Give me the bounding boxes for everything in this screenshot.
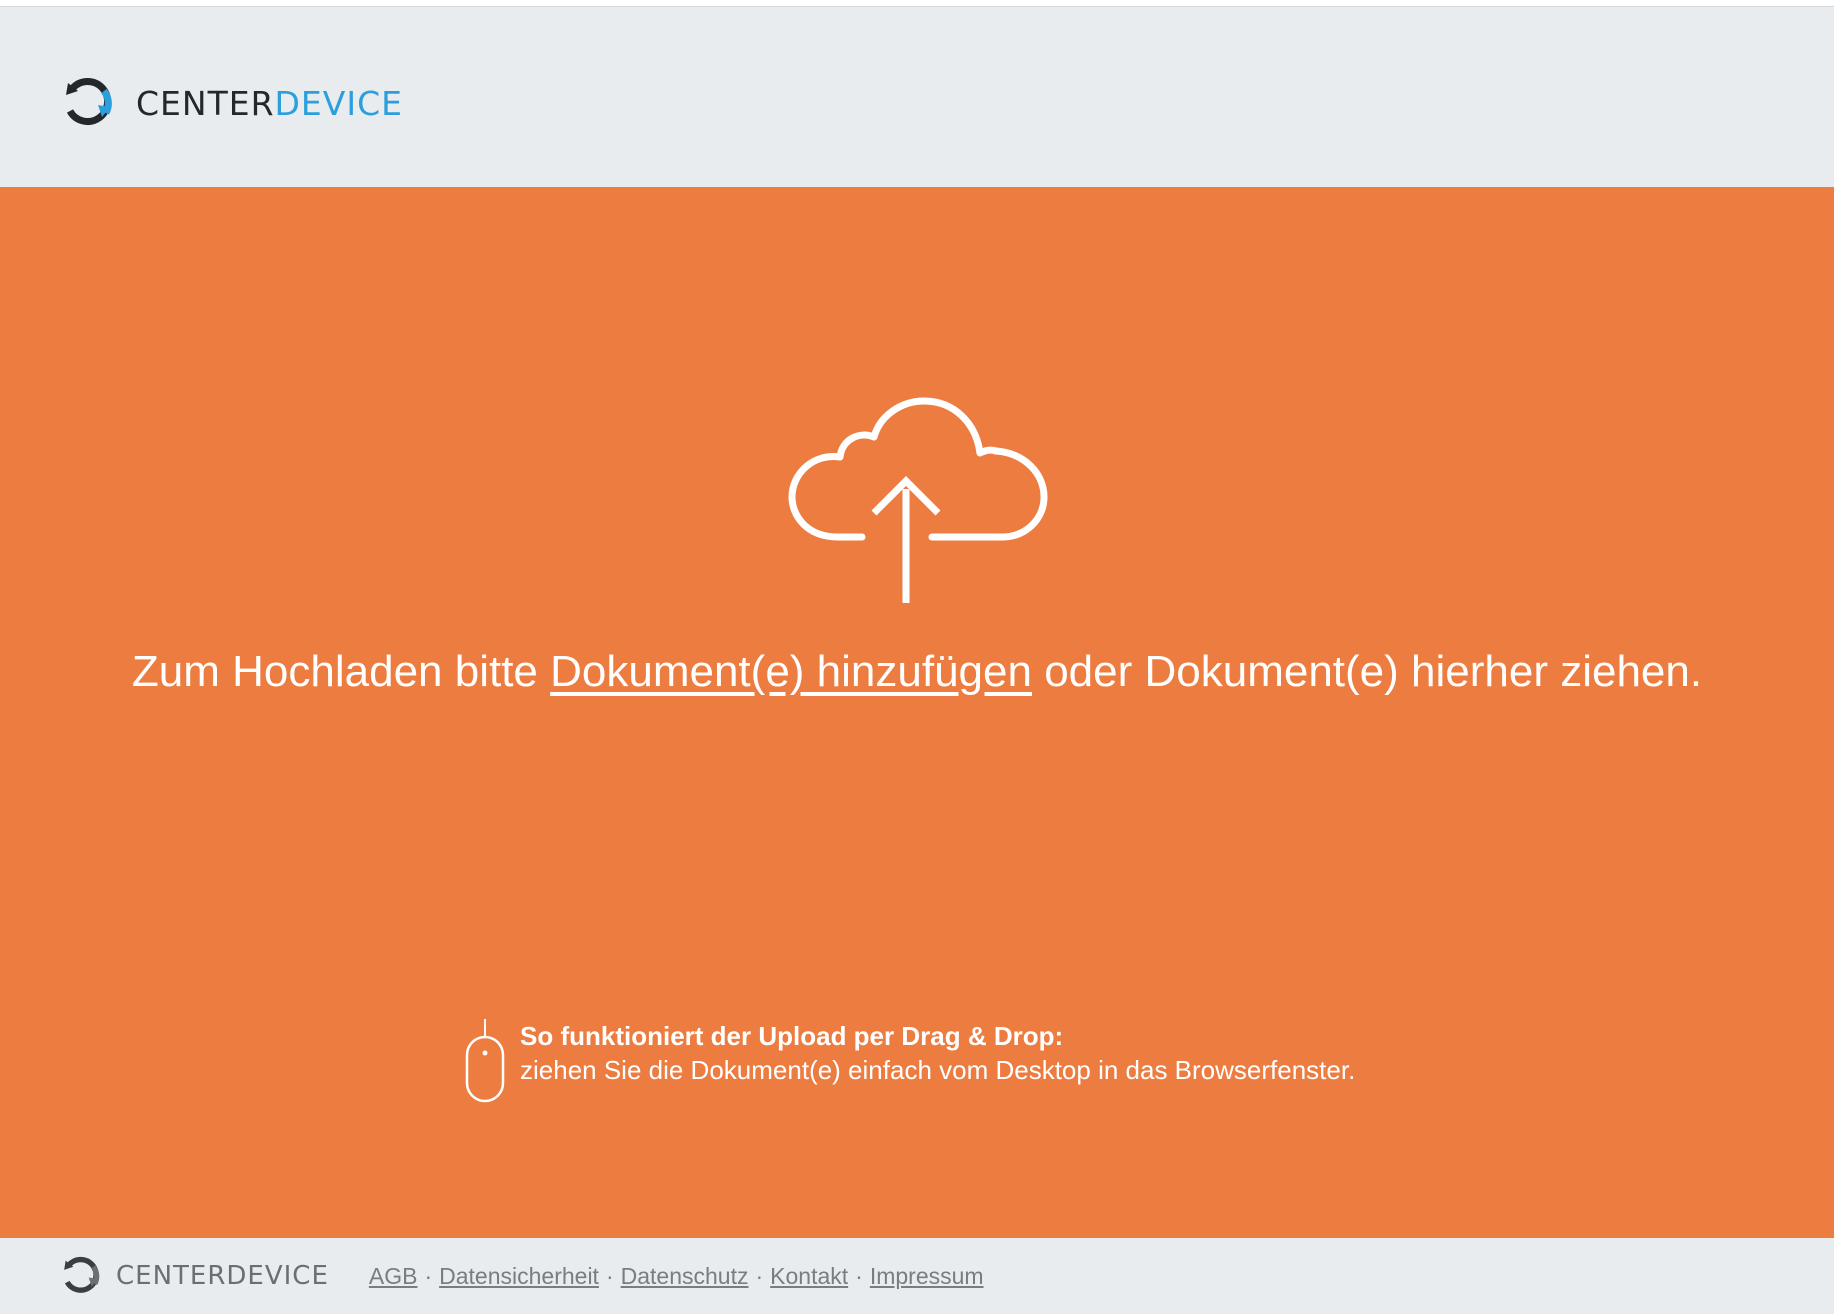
- centerdevice-logo-icon: [66, 78, 112, 125]
- hint-body: ziehen Sie die Dokument(e) einfach vom D…: [520, 1055, 1356, 1085]
- drag-drop-hint: So funktioniert der Upload per Drag & Dr…: [462, 1017, 1355, 1107]
- upload-dropzone[interactable]: Zum Hochladen bitte Dokument(e) hinzufüg…: [0, 187, 1834, 1238]
- centerdevice-footer-logo-icon: [64, 1256, 100, 1293]
- footer-link-kontakt[interactable]: Kontakt: [770, 1263, 848, 1290]
- add-documents-link[interactable]: Dokument(e) hinzufügen: [550, 647, 1032, 696]
- footer-separator: ·: [755, 1262, 764, 1289]
- hint-text: So funktioniert der Upload per Drag & Dr…: [520, 1017, 1355, 1087]
- upload-instruction: Zum Hochladen bitte Dokument(e) hinzufüg…: [0, 647, 1834, 697]
- footer-link-datensicherheit[interactable]: Datensicherheit: [439, 1263, 599, 1290]
- brand-wordmark: CENTERDEVICE: [136, 84, 403, 123]
- brand-logo[interactable]: CENTERDEVICE: [58, 71, 403, 135]
- footer-link-impressum[interactable]: Impressum: [870, 1263, 984, 1290]
- mouse-icon: [465, 1019, 505, 1103]
- footer: CENTERDEVICE AGB · Datensicherheit · Dat…: [0, 1238, 1834, 1314]
- footer-separator: ·: [855, 1262, 863, 1289]
- brand-wordmark-dark: CENTER: [136, 83, 275, 123]
- instruction-text-before: Zum Hochladen bitte: [131, 647, 551, 696]
- cloud-upload-icon[interactable]: [780, 397, 1060, 607]
- footer-brand[interactable]: CENTERDEVICE: [58, 1253, 329, 1299]
- footer-link-agb[interactable]: AGB: [369, 1263, 418, 1290]
- hint-title: So funktioniert der Upload per Drag & Dr…: [520, 1021, 1064, 1051]
- instruction-text-after: oder Dokument(e) hierher ziehen.: [1031, 647, 1703, 696]
- footer-separator: ·: [605, 1262, 614, 1289]
- footer-links: AGB · Datensicherheit · Datenschutz · Ko…: [369, 1263, 984, 1290]
- top-rule: [0, 0, 1834, 7]
- footer-link-datenschutz[interactable]: Datenschutz: [621, 1263, 749, 1290]
- brand-wordmark-blue: DEVICE: [274, 83, 403, 123]
- footer-wordmark: CENTERDEVICE: [116, 1261, 329, 1291]
- footer-separator: ·: [424, 1262, 433, 1289]
- header: CENTERDEVICE: [0, 7, 1834, 187]
